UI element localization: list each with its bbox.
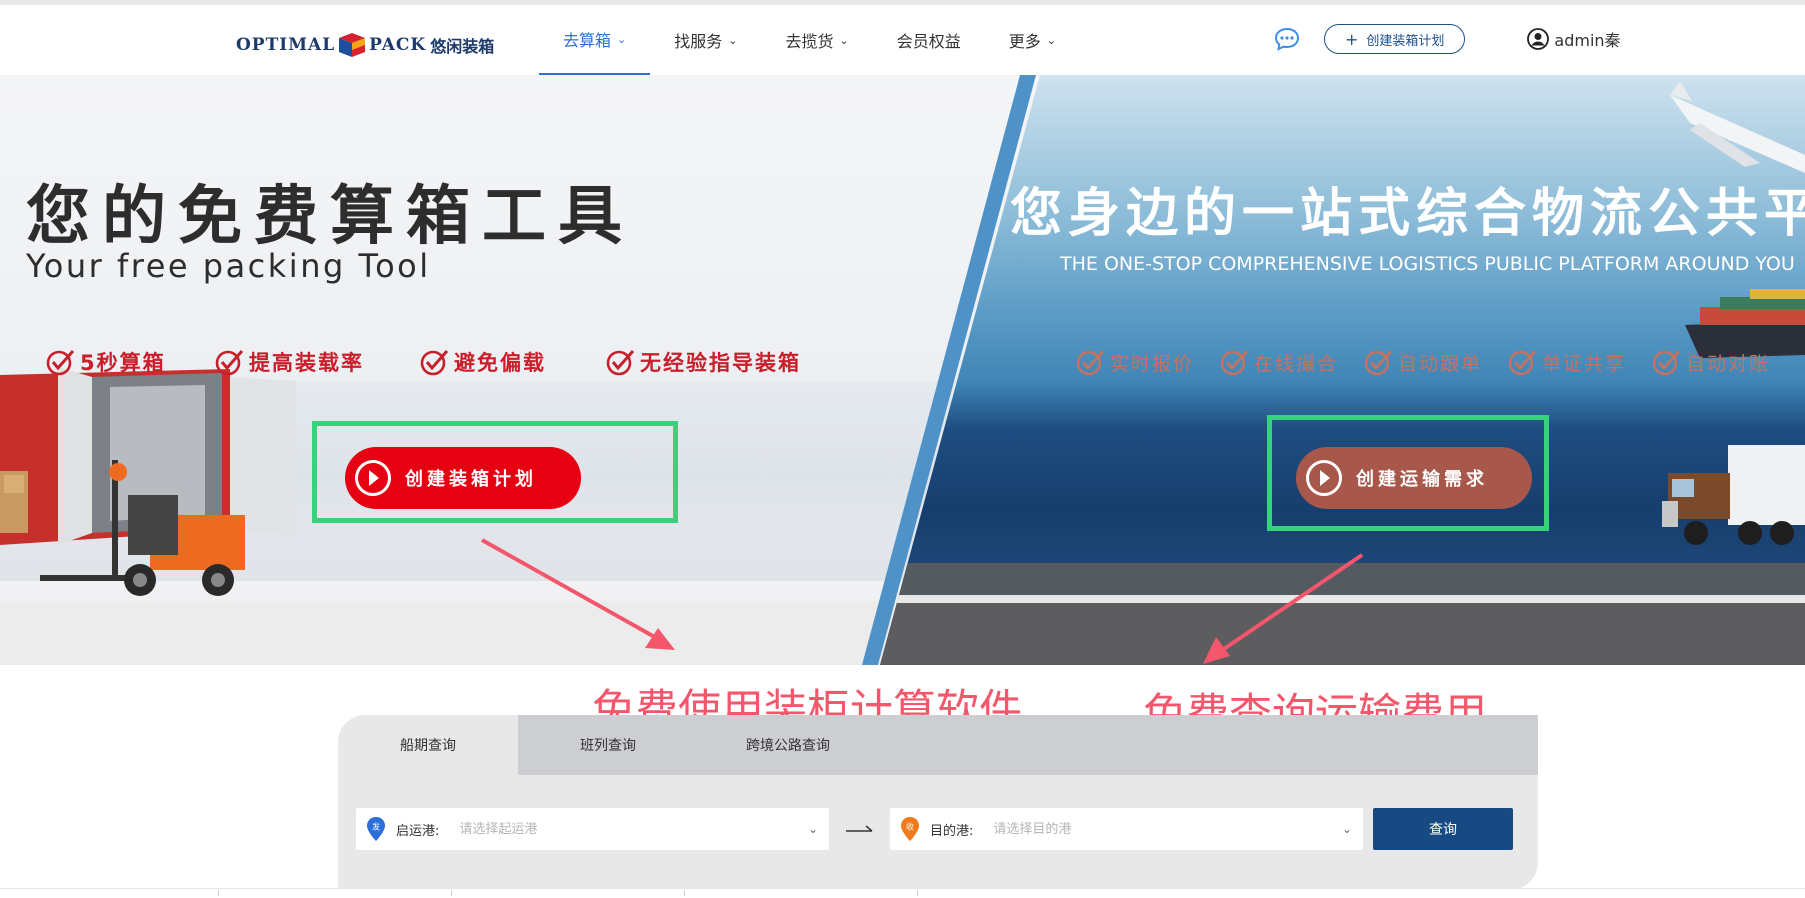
divider-tick [917, 890, 918, 896]
check-circle-icon [1652, 350, 1681, 376]
user-avatar-icon [1527, 28, 1550, 50]
feature-item: 实时报价 [1076, 347, 1194, 377]
nav-item-label: 会员权益 [896, 32, 961, 51]
top-navbar: OPTIMAL PACK 悠闲装箱 去算箱 ⌄ 找服务 ⌄ 去揽货 ⌄ 会员权益… [0, 0, 1805, 75]
feature-item: 自动跟单 [1364, 347, 1482, 377]
route-arrow-icon [846, 825, 873, 832]
create-plan-label: 创建装箱计划 [1366, 33, 1445, 49]
svg-text:收: 收 [906, 822, 914, 832]
feature-item: 在线撮合 [1220, 347, 1338, 377]
chevron-down-icon: ⌄ [839, 33, 849, 47]
check-circle-icon [1508, 350, 1537, 376]
feature-item: 无经验指导装箱 [606, 347, 801, 377]
feature-label: 提高装载率 [249, 351, 364, 375]
svg-text:发: 发 [372, 822, 380, 832]
hero-right-title: 您身边的一站式综合物流公共平台 [1010, 184, 1805, 244]
divider-tick [451, 890, 452, 896]
user-menu[interactable]: admin秦 [1527, 27, 1621, 51]
create-packing-plan-button[interactable]: 创建装箱计划 [345, 447, 581, 509]
cta-label: 创建装箱计划 [405, 469, 537, 490]
logo-text-pack: PACK [369, 35, 427, 55]
feature-item: 避免偏载 [420, 347, 546, 377]
logo-text-optimal: OPTIMAL [236, 35, 336, 55]
divider-tick [684, 890, 685, 896]
nav-item-label: 去揽货 [785, 32, 834, 51]
origin-port-label: 启运港: [396, 823, 440, 839]
feature-label: 自动对账 [1686, 352, 1771, 375]
feature-item: 提高装载率 [215, 347, 364, 377]
destination-port-field[interactable]: 收 目的港: ⌄ [890, 808, 1363, 850]
feature-label: 无经验指导装箱 [640, 351, 801, 375]
destination-pin-icon: 收 [901, 817, 919, 841]
tab-ship-schedule[interactable]: 船期查询 [338, 715, 518, 775]
query-button[interactable]: 查询 [1373, 808, 1513, 850]
username: admin秦 [1554, 31, 1621, 50]
plus-icon: + [1345, 29, 1359, 49]
nav-item-pack[interactable]: 去算箱 ⌄ [539, 5, 651, 75]
play-circle-icon [1306, 460, 1342, 496]
tab-train-schedule[interactable]: 班列查询 [518, 715, 698, 775]
tab-cross-border-road[interactable]: 跨境公路查询 [698, 715, 878, 775]
check-circle-icon [46, 350, 75, 376]
hero-right-subtitle: THE ONE-STOP COMPREHENSIVE LOGISTICS PUB… [1060, 253, 1795, 275]
logo-cube-icon [339, 33, 366, 57]
chevron-down-icon: ⌄ [1046, 33, 1056, 47]
main-menu: 去算箱 ⌄ 找服务 ⌄ 去揽货 ⌄ 会员权益 更多 ⌄ [539, 5, 1080, 75]
logo-text-cn: 悠闲装箱 [430, 37, 495, 56]
origin-pin-icon: 发 [367, 817, 385, 841]
schedule-search-panel: 船期查询 班列查询 跨境公路查询 发 启运港: ⌄ 收 目的港: ⌄ 查询 [338, 715, 1538, 890]
feature-label: 实时报价 [1110, 352, 1195, 375]
cta-label: 创建运输需求 [1356, 469, 1488, 490]
hero-left-subtitle: Your free packing Tool [26, 247, 431, 285]
create-plan-button[interactable]: + 创建装箱计划 [1324, 24, 1466, 54]
chevron-down-icon: ⌄ [617, 32, 627, 46]
nav-item-label: 找服务 [674, 32, 723, 51]
check-circle-icon [420, 350, 449, 376]
brand-logo[interactable]: OPTIMAL PACK 悠闲装箱 [236, 29, 494, 61]
check-circle-icon [606, 350, 635, 376]
nav-item-services[interactable]: 找服务 ⌄ [650, 5, 761, 75]
chevron-down-icon: ⌄ [728, 33, 738, 47]
nav-item-cargo[interactable]: 去揽货 ⌄ [761, 5, 872, 75]
chevron-down-icon[interactable]: ⌄ [797, 822, 829, 836]
feature-item: 自动对账 [1652, 347, 1770, 377]
hero-left-title: 您的免费算箱工具 [26, 180, 634, 254]
divider-tick [218, 890, 219, 896]
check-circle-icon [215, 350, 244, 376]
feature-label: 在线撮合 [1254, 352, 1339, 375]
feature-label: 单证共享 [1542, 352, 1627, 375]
hero-banner: 您的免费算箱工具 Your free packing Tool 5秒算箱 提高装… [0, 75, 1805, 665]
feature-item: 5秒算箱 [46, 347, 166, 377]
nav-item-label: 更多 [1008, 32, 1041, 51]
feature-label: 自动跟单 [1398, 352, 1483, 375]
feature-label: 避免偏载 [454, 351, 546, 375]
nav-right: + 创建装箱计划 admin秦 [1272, 24, 1621, 54]
feature-label: 5秒算箱 [80, 351, 166, 375]
check-circle-icon [1364, 350, 1393, 376]
check-circle-icon [1220, 350, 1249, 376]
origin-port-input[interactable] [457, 820, 797, 838]
chevron-down-icon[interactable]: ⌄ [1331, 822, 1363, 836]
search-tabs: 船期查询 班列查询 跨境公路查询 [338, 715, 1538, 775]
nav-item-label: 去算箱 [563, 31, 612, 50]
nav-item-membership[interactable]: 会员权益 [873, 5, 985, 75]
destination-port-input[interactable] [991, 820, 1331, 838]
create-transport-request-button[interactable]: 创建运输需求 [1296, 447, 1532, 509]
destination-port-label: 目的港: [930, 823, 974, 839]
origin-port-field[interactable]: 发 启运港: ⌄ [356, 808, 829, 850]
nav-item-more[interactable]: 更多 ⌄ [985, 5, 1080, 75]
feature-item: 单证共享 [1508, 347, 1626, 377]
check-circle-icon [1076, 350, 1105, 376]
play-circle-icon [355, 460, 391, 496]
chat-bubble-icon[interactable] [1272, 24, 1302, 54]
